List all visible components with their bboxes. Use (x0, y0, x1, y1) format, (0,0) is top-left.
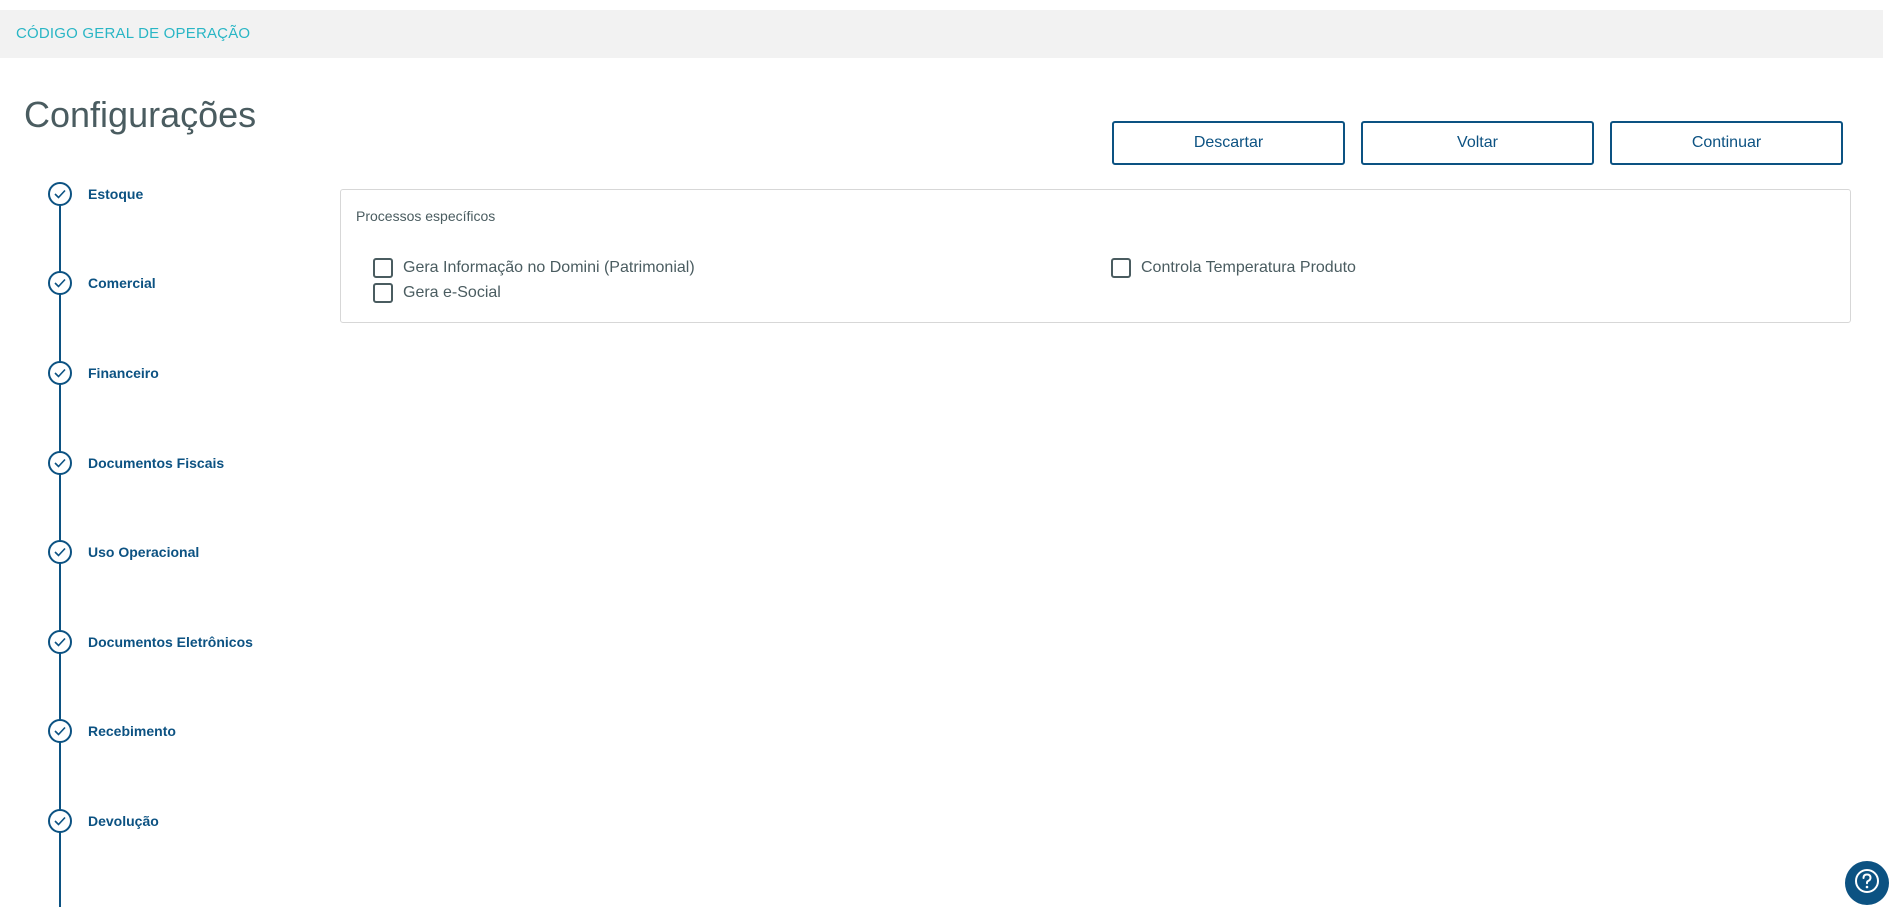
check-circle-icon (48, 271, 72, 295)
step-label: Financeiro (88, 365, 159, 381)
continue-button[interactable]: Continuar (1610, 121, 1843, 165)
back-button[interactable]: Voltar (1361, 121, 1594, 165)
step-label: Devolução (88, 813, 159, 829)
action-bar: Descartar Voltar Continuar (1112, 121, 1843, 165)
top-bar: CÓDIGO GERAL DE OPERAÇÃO (0, 10, 1883, 58)
checkbox-label: Gera e-Social (403, 284, 501, 301)
checkbox-box[interactable] (373, 258, 393, 278)
specific-processes-panel: Processos específicos Gera Informação no… (340, 189, 1851, 323)
page-title: Configurações (24, 94, 257, 135)
step-uso-operacional[interactable]: Uso Operacional (48, 540, 199, 564)
step-devolucao[interactable]: Devolução (48, 809, 159, 833)
step-label: Comercial (88, 275, 156, 291)
help-button[interactable] (1845, 861, 1889, 905)
step-recebimento[interactable]: Recebimento (48, 719, 176, 743)
breadcrumb[interactable]: CÓDIGO GERAL DE OPERAÇÃO (16, 10, 250, 58)
step-documentos-eletronicos[interactable]: Documentos Eletrônicos (48, 630, 253, 654)
step-comercial[interactable]: Comercial (48, 271, 156, 295)
checkbox-box[interactable] (373, 283, 393, 303)
checkbox-label: Gera Informação no Domini (Patrimonial) (403, 259, 695, 276)
step-label: Documentos Eletrônicos (88, 634, 253, 650)
step-label: Estoque (88, 186, 144, 202)
checkbox-label: Controla Temperatura Produto (1141, 259, 1356, 276)
step-financeiro[interactable]: Financeiro (48, 361, 159, 385)
check-circle-icon (48, 451, 72, 475)
checkbox-box[interactable] (1111, 258, 1131, 278)
checkbox-gera-esocial[interactable]: Gera e-Social (373, 283, 501, 303)
step-label: Documentos Fiscais (88, 455, 225, 471)
check-circle-icon (48, 540, 72, 564)
step-label: Uso Operacional (88, 544, 200, 560)
checkbox-controla-temperatura[interactable]: Controla Temperatura Produto (1111, 258, 1356, 278)
step-estoque[interactable]: Estoque (48, 182, 143, 206)
step-label: Recebimento (88, 723, 176, 739)
panel-title: Processos específicos (356, 208, 496, 224)
check-circle-icon (48, 361, 72, 385)
check-circle-icon (48, 809, 72, 833)
check-circle-icon (48, 719, 72, 743)
discard-button[interactable]: Descartar (1112, 121, 1345, 165)
check-circle-icon (48, 630, 72, 654)
step-documentos-fiscais[interactable]: Documentos Fiscais (48, 451, 224, 475)
check-circle-icon (48, 182, 72, 206)
help-icon (1854, 868, 1880, 899)
checkbox-gera-domini[interactable]: Gera Informação no Domini (Patrimonial) (373, 258, 695, 278)
